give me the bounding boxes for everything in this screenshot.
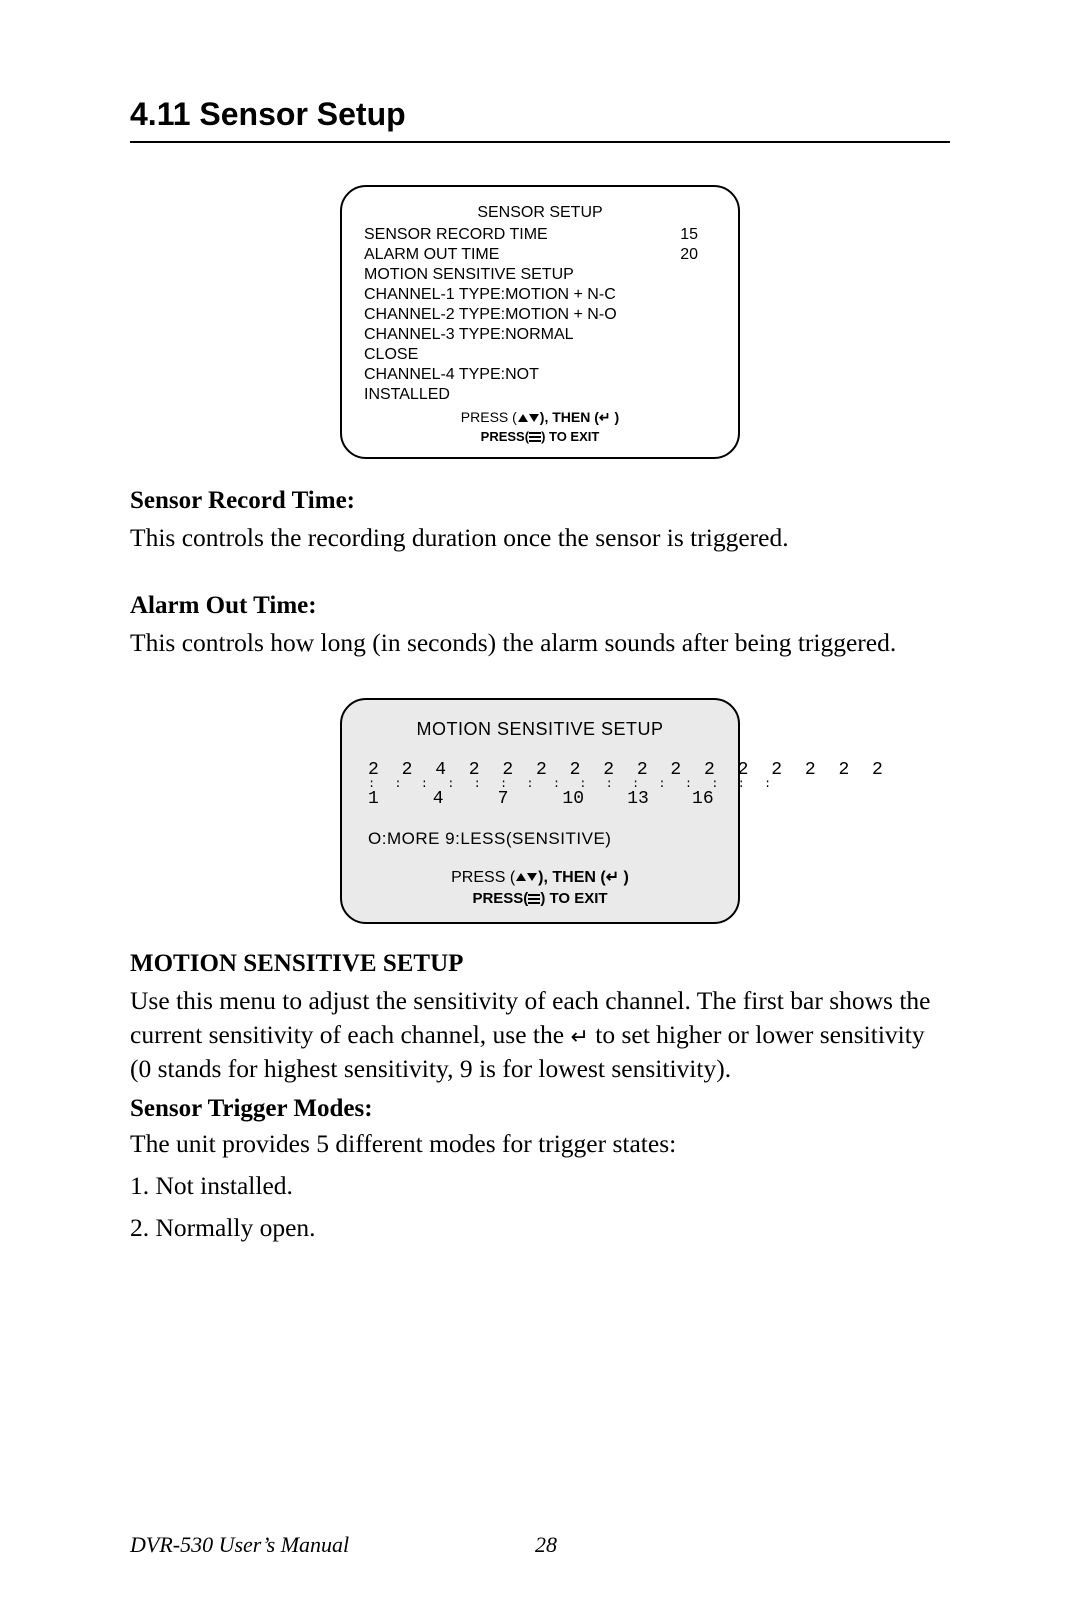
screen1-press-line-2: PRESS( ) TO EXIT (364, 429, 716, 445)
press-text: PRESS( (472, 890, 528, 907)
trigger-item: 2. Normally open. (130, 1213, 950, 1243)
screen2-press-line-1: PRESS (), THEN (↵ ) (368, 868, 712, 888)
menu-icon (529, 432, 541, 442)
screen1-line: CHANNEL-2 TYPE:MOTION + N-O (364, 305, 716, 325)
press-text: PRESS ( (451, 869, 515, 886)
motion-sensitive-screen-inner: MOTION SENSITIVE SETUP 2 2 4 2 2 2 2 2 2… (340, 698, 740, 924)
screen2-title: MOTION SENSITIVE SETUP (368, 718, 712, 741)
screen1-line: CLOSE (364, 345, 716, 365)
screen1-row-1: ALARM OUT TIME 20 (364, 245, 716, 265)
screen2-press-line-2: PRESS( ) TO EXIT (368, 890, 712, 909)
screen1-line: CHANNEL-3 TYPE:NORMAL (364, 325, 716, 345)
screen1-title: SENSOR SETUP (364, 203, 716, 223)
down-arrow-icon (527, 873, 537, 881)
sensor-record-time-text: This controls the recording duration onc… (130, 521, 950, 555)
menu-icon (528, 894, 540, 904)
press-text: ), (540, 409, 552, 425)
sensitivity-legend: O:MORE 9:LESS(SENSITIVE) (368, 828, 712, 849)
alarm-out-time-text: This controls how long (in seconds) the … (130, 626, 950, 660)
row-label: SENSOR RECORD TIME (364, 225, 548, 245)
trigger-item: 1. Not installed. (130, 1171, 950, 1201)
sensor-record-time-label: Sensor Record Time: (130, 487, 950, 515)
press-text: PRESS ( (461, 409, 517, 425)
screen1-line: MOTION SENSITIVE SETUP (364, 265, 716, 285)
motion-sensitive-screen: MOTION SENSITIVE SETUP 2 2 4 2 2 2 2 2 2… (340, 698, 740, 924)
row-value: 15 (680, 225, 716, 245)
down-arrow-icon (529, 414, 539, 422)
trigger-intro: The unit provides 5 different modes for … (130, 1129, 950, 1159)
screen1-line: CHANNEL-4 TYPE:NOT (364, 365, 716, 385)
screen1-row-0: SENSOR RECORD TIME 15 (364, 225, 716, 245)
screen1-line: INSTALLED (364, 385, 716, 405)
up-arrow-icon (516, 873, 526, 881)
press-text: ) TO EXIT (541, 429, 599, 444)
page-footer: DVR-530 User’s Manual 28 (130, 1532, 349, 1558)
section-rule (130, 141, 950, 143)
enter-icon: ↵ (606, 869, 619, 886)
screen1-line: CHANNEL-1 TYPE:MOTION + N-C (364, 285, 716, 305)
press-text: ), (538, 869, 552, 886)
section-heading: 4.11 Sensor Setup (130, 96, 950, 133)
motion-sensitive-text: Use this menu to adjust the sensitivity … (130, 984, 950, 1085)
sensor-trigger-modes-label: Sensor Trigger Modes: (130, 1095, 950, 1123)
screen1-press-line-1: PRESS (), THEN (↵ ) (364, 409, 716, 427)
manual-page: 4.11 Sensor Setup SENSOR SETUP SENSOR RE… (0, 0, 1080, 1618)
press-text: ) (619, 869, 629, 886)
sensitivity-index-row: 1 4 7 10 13 16 (368, 788, 712, 811)
enter-icon: ↵ (570, 1022, 588, 1051)
press-text: ) (611, 409, 620, 425)
enter-icon: ↵ (599, 409, 611, 425)
row-value: 20 (680, 245, 716, 265)
footer-page-number: 28 (535, 1532, 557, 1558)
alarm-out-time-label: Alarm Out Time: (130, 592, 950, 620)
press-then: THEN ( (552, 409, 599, 425)
sensor-setup-screen: SENSOR SETUP SENSOR RECORD TIME 15 ALARM… (340, 185, 740, 459)
press-then: THEN ( (552, 869, 605, 886)
press-text: ) TO EXIT (540, 890, 607, 907)
motion-sensitive-heading: MOTION SENSITIVE SETUP (130, 950, 950, 978)
up-arrow-icon (518, 414, 528, 422)
footer-manual-name: DVR-530 User’s Manual (130, 1532, 349, 1557)
press-text: PRESS( (481, 429, 529, 444)
sensor-setup-screen-inner: SENSOR SETUP SENSOR RECORD TIME 15 ALARM… (340, 185, 740, 459)
row-label: ALARM OUT TIME (364, 245, 499, 265)
